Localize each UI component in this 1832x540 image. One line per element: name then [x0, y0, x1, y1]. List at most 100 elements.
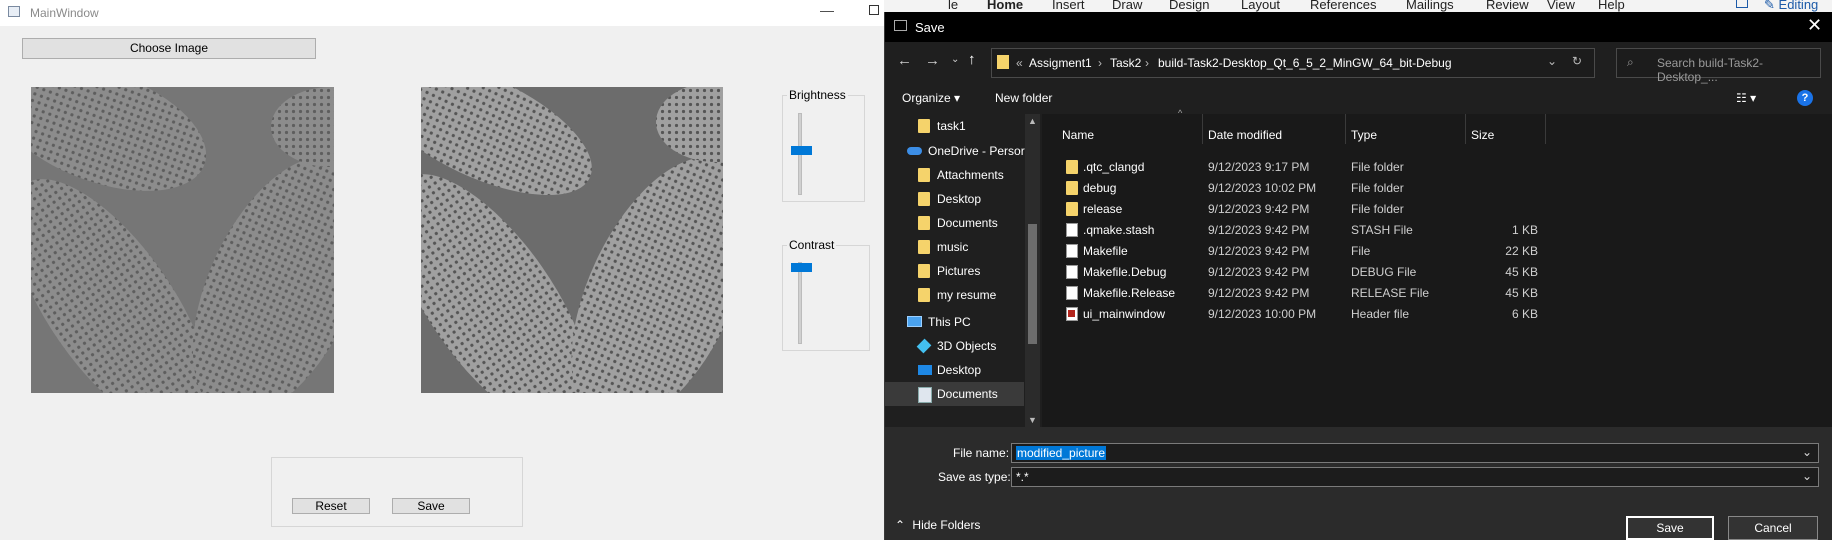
file-size: 1 KB	[1511, 223, 1538, 237]
save-as-type-select[interactable]: *.* ⌄	[1011, 467, 1819, 487]
nav-item-label: Desktop	[937, 363, 982, 377]
breadcrumb-overflow[interactable]: «	[1016, 56, 1023, 70]
sort-ascending-icon: ^	[1178, 108, 1183, 118]
chevron-down-icon[interactable]: ⌄	[1802, 445, 1812, 459]
table-row[interactable]: Makefile 9/12/2023 9:42 PM File 22 KB	[1042, 241, 1832, 262]
ribbon-tab-references[interactable]: References	[1310, 0, 1376, 12]
table-row[interactable]: .qtc_clangd 9/12/2023 9:17 PM File folde…	[1042, 157, 1832, 178]
column-header-size[interactable]: Size	[1471, 128, 1494, 142]
ribbon-tab-home[interactable]: Home	[987, 0, 1023, 12]
file-name-value[interactable]: modified_picture	[1016, 446, 1107, 460]
nav-item-onedrive[interactable]: OneDrive - Persor	[885, 139, 1025, 163]
nav-item-3d-objects[interactable]: 3D Objects	[885, 334, 1024, 358]
comments-icon[interactable]	[1736, 0, 1748, 8]
dialog-cancel-button[interactable]: Cancel	[1728, 516, 1818, 540]
nav-item-documents-pc[interactable]: Documents	[885, 382, 1024, 406]
nav-item-label: OneDrive - Persor	[928, 144, 1025, 158]
file-type: File folder	[1351, 160, 1404, 174]
column-header-name[interactable]: Name	[1062, 128, 1094, 142]
pencil-icon: ✎	[1764, 0, 1775, 12]
recent-locations-chevron-icon[interactable]: ⌄	[951, 54, 959, 65]
minimize-icon[interactable]: —	[820, 2, 834, 18]
nav-item-my-resume[interactable]: my resume	[885, 283, 1024, 307]
column-header-date-modified[interactable]: Date modified	[1208, 128, 1282, 142]
hide-folders-button[interactable]: ⌃ Hide Folders	[895, 518, 980, 532]
address-bar[interactable]: « Assigment1 › Task2 › build-Task2-Deskt…	[991, 48, 1595, 78]
save-dialog-titlebar	[885, 12, 1832, 42]
table-row[interactable]: release 9/12/2023 9:42 PM File folder	[1042, 199, 1832, 220]
back-arrow-icon[interactable]: ←	[897, 52, 912, 69]
nav-item-desktop[interactable]: Desktop	[885, 187, 1024, 211]
help-icon[interactable]: ?	[1797, 90, 1813, 106]
breadcrumb-item[interactable]: Assigment1	[1029, 56, 1092, 70]
brightness-slider-handle[interactable]	[791, 145, 812, 155]
ribbon-tab-layout[interactable]: Layout	[1241, 0, 1280, 12]
file-date: 9/12/2023 9:42 PM	[1208, 286, 1310, 300]
new-folder-button[interactable]: New folder	[995, 91, 1052, 105]
scroll-down-icon[interactable]: ▼	[1028, 415, 1037, 425]
original-image	[31, 87, 334, 393]
reset-button[interactable]: Reset	[292, 498, 370, 514]
close-icon[interactable]: ✕	[1807, 15, 1822, 36]
nav-item-music[interactable]: music	[885, 235, 1024, 259]
table-row[interactable]: ui_mainwindow 9/12/2023 10:00 PM Header …	[1042, 304, 1832, 325]
forward-arrow-icon[interactable]: →	[925, 52, 940, 69]
refresh-icon[interactable]: ↻	[1572, 54, 1582, 68]
ribbon-tab-design[interactable]: Design	[1169, 0, 1209, 12]
ribbon-tab-help[interactable]: Help	[1598, 0, 1625, 12]
file-list: ^ Name Date modified Type Size .qtc_clan…	[1042, 108, 1832, 427]
nav-item-pictures[interactable]: Pictures	[885, 259, 1024, 283]
breadcrumb-item[interactable]: Task2	[1110, 56, 1141, 70]
ribbon-tab-draw[interactable]: Draw	[1112, 0, 1142, 12]
save-button[interactable]: Save	[392, 498, 470, 514]
contrast-slider-handle[interactable]	[791, 263, 812, 273]
file-date: 9/12/2023 9:42 PM	[1208, 223, 1310, 237]
choose-image-button[interactable]: Choose Image	[22, 38, 316, 59]
ribbon-tab-insert[interactable]: Insert	[1052, 0, 1085, 12]
file-date: 9/12/2023 9:42 PM	[1208, 202, 1310, 216]
folder-icon	[918, 119, 930, 133]
address-dropdown-chevron-icon[interactable]: ⌄	[1547, 54, 1557, 68]
chevron-down-icon[interactable]: ⌄	[1802, 469, 1812, 483]
column-divider[interactable]	[1345, 114, 1346, 144]
nav-item-attachments[interactable]: Attachments	[885, 163, 1024, 187]
breadcrumb-item[interactable]: build-Task2-Desktop_Qt_6_5_2_MinGW_64_bi…	[1158, 56, 1452, 70]
table-row[interactable]: Makefile.Debug 9/12/2023 9:42 PM DEBUG F…	[1042, 262, 1832, 283]
table-row[interactable]: .qmake.stash 9/12/2023 9:42 PM STASH Fil…	[1042, 220, 1832, 241]
column-divider[interactable]	[1202, 114, 1203, 144]
file-size: 45 KB	[1505, 265, 1538, 279]
contrast-group	[782, 245, 870, 351]
contrast-slider-track[interactable]	[798, 262, 802, 344]
column-divider[interactable]	[1465, 114, 1466, 144]
up-arrow-icon[interactable]: ↑	[968, 51, 976, 68]
table-row[interactable]: Makefile.Release 9/12/2023 9:42 PM RELEA…	[1042, 283, 1832, 304]
column-header-type[interactable]: Type	[1351, 128, 1377, 142]
dialog-save-button[interactable]: Save	[1626, 516, 1714, 540]
column-divider[interactable]	[1545, 114, 1546, 144]
folder-icon	[997, 55, 1009, 69]
navigation-scrollbar-thumb[interactable]	[1028, 224, 1037, 344]
ribbon-tab-review[interactable]: Review	[1486, 0, 1529, 12]
nav-item-this-pc[interactable]: This PC	[885, 310, 1024, 334]
file-type: File folder	[1351, 181, 1404, 195]
organize-menu-button[interactable]: Organize ▾	[902, 91, 960, 105]
nav-item-task1[interactable]: task1	[885, 114, 1024, 138]
file-size: 45 KB	[1505, 286, 1538, 300]
search-input[interactable]: ⌕ Search build-Task2-Desktop_...	[1616, 48, 1821, 84]
brightness-label: Brightness	[787, 88, 848, 102]
save-dialog-title: Save	[915, 20, 945, 35]
file-name-field[interactable]: modified_picture ⌄	[1011, 443, 1819, 463]
maximize-icon[interactable]	[869, 5, 879, 15]
folder-icon	[1066, 202, 1078, 216]
nav-item-desktop-pc[interactable]: Desktop	[885, 358, 1024, 382]
scroll-up-icon[interactable]: ▲	[1028, 116, 1037, 126]
search-icon: ⌕	[1627, 55, 1634, 69]
table-row[interactable]: debug 9/12/2023 10:02 PM File folder	[1042, 178, 1832, 199]
file-icon	[1066, 223, 1078, 237]
file-name: release	[1083, 202, 1123, 216]
view-options-icon[interactable]: ☷ ▾	[1736, 91, 1756, 105]
nav-item-documents[interactable]: Documents	[885, 211, 1024, 235]
ribbon-tab-mailings[interactable]: Mailings	[1406, 0, 1454, 12]
ribbon-tab-view[interactable]: View	[1547, 0, 1575, 12]
ribbon-tab-file[interactable]: le	[948, 0, 958, 12]
